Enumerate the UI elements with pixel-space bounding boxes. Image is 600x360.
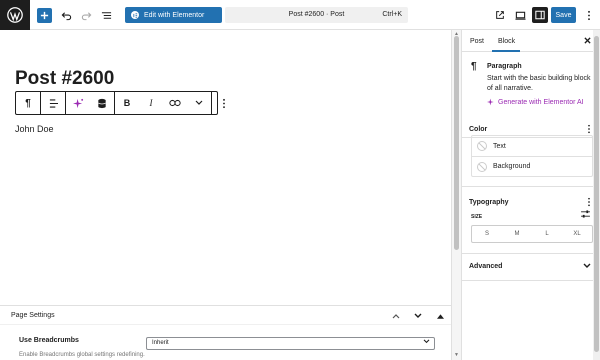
color-item-background[interactable]: Background xyxy=(472,156,592,176)
view-post-icon[interactable] xyxy=(491,6,509,24)
typography-panel-title: Typography xyxy=(469,199,509,206)
ai-sparkle-icon[interactable] xyxy=(66,92,90,114)
command-palette-bar[interactable]: Post #2600 · Post Ctrl+K xyxy=(225,7,408,23)
close-icon[interactable] xyxy=(584,36,591,46)
more-group xyxy=(212,92,236,114)
size-option-s[interactable]: S xyxy=(472,226,502,242)
tab-block[interactable]: Block xyxy=(498,38,515,45)
typography-panel-header[interactable]: Typography xyxy=(462,193,600,213)
italic-icon[interactable]: I xyxy=(139,92,163,114)
ai-group xyxy=(66,92,115,114)
size-option-m[interactable]: M xyxy=(502,226,532,242)
chevron-down-icon xyxy=(423,339,430,346)
collapse-toggle-icon[interactable] xyxy=(434,310,446,322)
block-toolbar: ¶ B I xyxy=(15,91,225,115)
breadcrumbs-label: Use Breadcrumbs xyxy=(19,337,79,344)
generate-with-ai-link[interactable]: Generate with Elementor AI xyxy=(487,98,584,106)
bold-icon[interactable]: B xyxy=(115,92,139,114)
format-group: B I xyxy=(115,92,212,114)
chevron-down-icon[interactable] xyxy=(583,261,591,271)
sidebar-scrollbar[interactable] xyxy=(593,30,600,360)
save-button[interactable]: Save xyxy=(551,7,576,23)
breadcrumbs-select[interactable]: Inherit xyxy=(146,337,435,350)
block-type-group: ¶ xyxy=(16,92,41,114)
tab-post[interactable]: Post xyxy=(470,38,484,45)
command-title: Post #2600 · Post xyxy=(288,11,345,18)
sidebar-scroll-thumb[interactable] xyxy=(594,36,599,352)
size-label: SIZE xyxy=(471,214,483,220)
color-list: Text Background xyxy=(471,135,593,177)
custom-size-settings-icon[interactable] xyxy=(581,210,590,220)
command-shortcut: Ctrl+K xyxy=(382,11,402,18)
block-card-description: Start with the basic building block of a… xyxy=(487,75,591,92)
color-panel-title: Color xyxy=(469,126,488,133)
color-item-text[interactable]: Text xyxy=(472,136,592,156)
paragraph-block-icon[interactable]: ¶ xyxy=(16,92,40,114)
ai-sparkle-icon xyxy=(487,98,494,106)
page-settings-metabox: Page Settings Use Breadcrumbs Enable Bre… xyxy=(0,305,451,360)
database-icon[interactable] xyxy=(90,92,114,114)
empty-swatch-icon xyxy=(477,161,487,172)
chevron-up-icon[interactable] xyxy=(390,310,402,322)
settings-sidebar-toggle-icon[interactable] xyxy=(532,7,548,23)
settings-sidebar: Post Block ¶ Paragraph Start with the ba… xyxy=(461,30,600,360)
divider xyxy=(462,280,600,281)
block-card-title: Paragraph xyxy=(487,63,522,70)
undo-icon[interactable] xyxy=(57,6,75,24)
empty-swatch-icon xyxy=(477,141,487,151)
metabox-title: Page Settings xyxy=(11,312,55,319)
redo-icon[interactable] xyxy=(77,6,95,24)
sidebar-tabs: Post Block xyxy=(462,30,600,52)
preview-device-icon[interactable] xyxy=(511,6,529,24)
advanced-panel-title: Advanced xyxy=(469,263,503,270)
divider xyxy=(462,186,600,187)
elementor-icon xyxy=(131,11,139,19)
editor-app: Edit with Elementor Post #2600 · Post Ct… xyxy=(0,0,600,360)
color-item-label: Text xyxy=(493,142,506,150)
paragraph-icon: ¶ xyxy=(471,61,477,72)
align-group xyxy=(41,92,66,114)
breadcrumbs-description: Enable Breadcrumbs global settings redef… xyxy=(19,352,145,358)
chevron-down-icon[interactable] xyxy=(187,92,211,114)
breadcrumbs-select-value: Inherit xyxy=(152,340,169,346)
add-block-button[interactable] xyxy=(37,8,52,23)
align-left-icon[interactable] xyxy=(41,92,65,114)
chevron-down-icon[interactable] xyxy=(412,310,424,322)
typography-options-icon[interactable] xyxy=(587,197,591,209)
edit-with-elementor-button[interactable]: Edit with Elementor xyxy=(125,7,222,23)
paragraph-block[interactable]: John Doe xyxy=(15,124,54,134)
link-icon[interactable] xyxy=(163,92,187,114)
divider xyxy=(462,253,600,254)
font-size-segmented: S M L XL xyxy=(471,225,593,243)
color-item-label: Background xyxy=(493,163,531,170)
editor-scroll-thumb[interactable] xyxy=(454,36,459,250)
metabox-header: Page Settings xyxy=(0,306,451,325)
scroll-down-icon[interactable]: ▼ xyxy=(454,352,459,358)
options-menu-icon[interactable] xyxy=(580,6,598,24)
size-option-l[interactable]: L xyxy=(532,226,562,242)
block-options-icon[interactable] xyxy=(212,92,236,114)
size-option-xl[interactable]: XL xyxy=(562,226,592,242)
wordpress-logo-icon[interactable] xyxy=(0,0,30,30)
document-overview-icon[interactable] xyxy=(97,6,115,24)
top-toolbar: Edit with Elementor Post #2600 · Post Ct… xyxy=(0,0,600,30)
generate-with-ai-label: Generate with Elementor AI xyxy=(498,98,584,106)
post-title[interactable]: Post #2600 xyxy=(15,68,114,90)
edit-with-elementor-label: Edit with Elementor xyxy=(144,11,205,19)
advanced-panel-header[interactable]: Advanced xyxy=(462,257,600,277)
editor-canvas: Post #2600 ¶ B I John Doe xyxy=(0,30,451,305)
editor-scrollbar[interactable]: ▲ ▼ xyxy=(451,30,461,360)
